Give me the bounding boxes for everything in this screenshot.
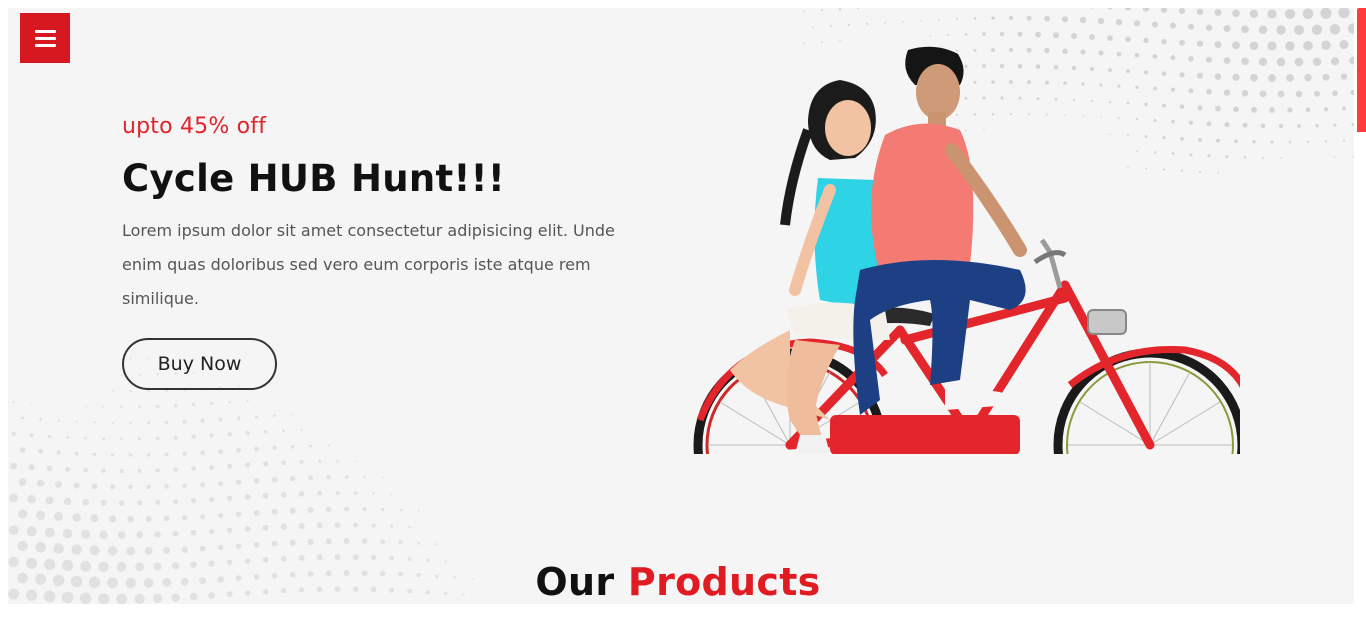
hamburger-menu-icon xyxy=(34,29,56,47)
scrollbar-thumb[interactable] xyxy=(1357,8,1366,132)
products-heading: Our Products xyxy=(0,556,1356,608)
products-heading-part2: Products xyxy=(627,560,821,604)
buy-now-button[interactable]: Buy Now xyxy=(122,338,277,390)
page: upto 45% off Cycle HUB Hunt!!! Lorem ips… xyxy=(0,0,1366,618)
products-heading-part1: Our xyxy=(535,560,615,604)
discount-label: upto 45% off xyxy=(122,114,267,139)
menu-button[interactable] xyxy=(20,13,70,63)
hero-description: Lorem ipsum dolor sit amet consectetur a… xyxy=(122,221,615,308)
hero-bicycle-image xyxy=(693,46,1240,454)
hero-text-block: upto 45% off Cycle HUB Hunt!!! Lorem ips… xyxy=(122,112,662,390)
hero-title: Cycle HUB Hunt!!! xyxy=(122,157,506,200)
